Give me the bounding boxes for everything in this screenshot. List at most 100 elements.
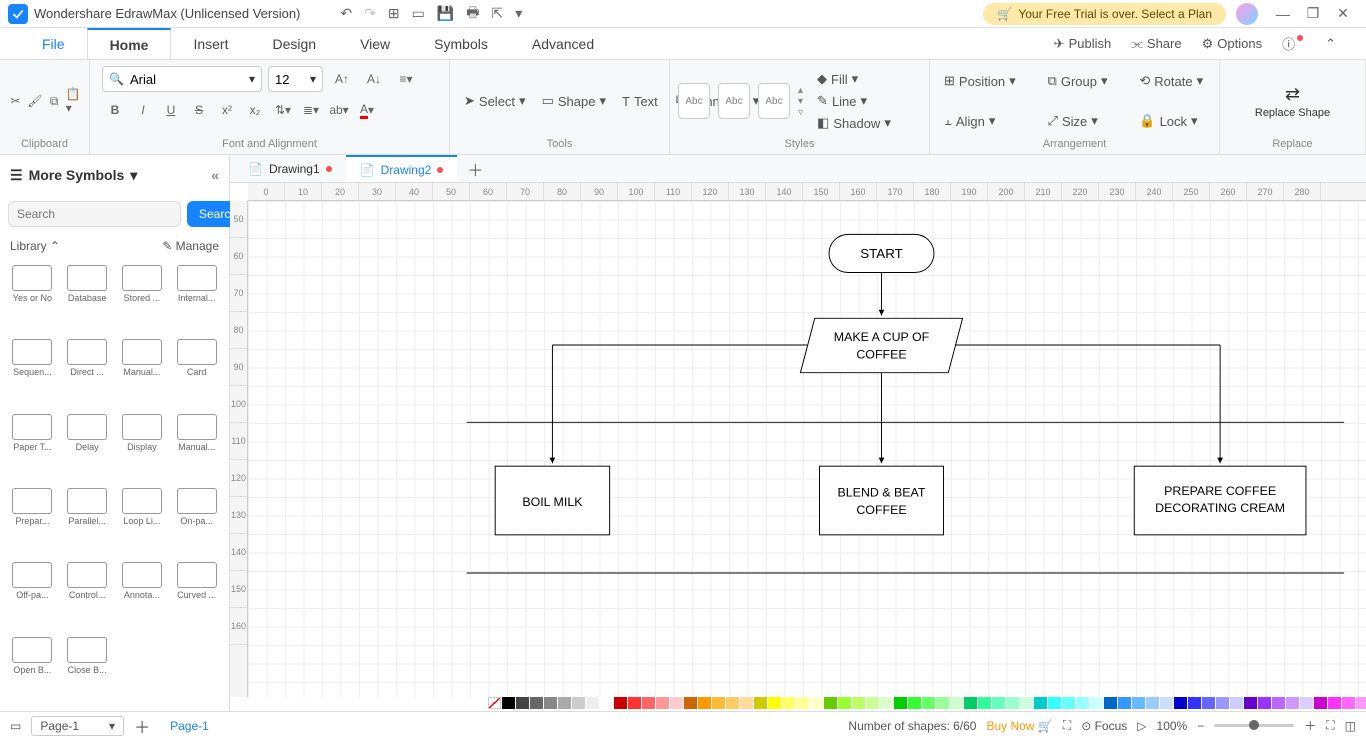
subscript-icon[interactable]: x₂ <box>242 98 268 122</box>
color-swatch[interactable] <box>1132 697 1145 709</box>
buy-now-link[interactable]: Buy Now 🛒 <box>986 719 1052 733</box>
shape-tool[interactable]: ▭Shape▾ <box>536 91 612 111</box>
export-icon[interactable]: ⇱ <box>491 5 503 22</box>
shape-library-item[interactable]: Prepar... <box>6 488 59 556</box>
add-page-button[interactable]: ＋ <box>134 714 150 738</box>
flow-box2-shape[interactable] <box>820 466 944 535</box>
shape-library-item[interactable]: Paper T... <box>6 414 59 482</box>
color-swatch[interactable] <box>880 697 893 709</box>
color-swatch[interactable] <box>1300 697 1313 709</box>
color-swatch[interactable] <box>768 697 781 709</box>
page-selector[interactable]: Page-1▾ <box>31 716 124 736</box>
color-swatch[interactable] <box>964 697 977 709</box>
style-preset-2[interactable]: Abc <box>718 83 750 119</box>
open-icon[interactable]: ▭ <box>412 5 425 22</box>
increase-font-icon[interactable]: A↑ <box>329 67 355 91</box>
color-swatch[interactable] <box>1034 697 1047 709</box>
shape-library-item[interactable]: Curved ... <box>170 562 223 630</box>
replace-shape-icon[interactable]: ⇄ <box>1285 84 1300 105</box>
color-swatch[interactable] <box>852 697 865 709</box>
shape-library-item[interactable]: Yes or No <box>6 265 59 333</box>
color-swatch[interactable] <box>614 697 627 709</box>
options-button[interactable]: ⚙Options <box>1192 28 1272 59</box>
menu-advanced[interactable]: Advanced <box>510 28 616 59</box>
color-swatch[interactable] <box>1090 697 1103 709</box>
color-swatch[interactable] <box>908 697 921 709</box>
menu-view[interactable]: View <box>338 28 412 59</box>
align-button[interactable]: ⫠ Align▾ <box>938 111 1024 131</box>
color-swatch[interactable] <box>782 697 795 709</box>
font-color-icon[interactable]: A▾ <box>354 98 380 122</box>
help-button[interactable]: ⓘ <box>1272 28 1315 59</box>
color-swatch[interactable] <box>824 697 837 709</box>
zoom-slider[interactable] <box>1214 724 1294 727</box>
group-button-ribbon[interactable]: ⧉ Group▾ <box>1042 71 1116 91</box>
search-input[interactable] <box>8 201 181 227</box>
rotate-button[interactable]: ⟲ Rotate▾ <box>1133 71 1211 91</box>
text-tool[interactable]: TText <box>616 92 664 111</box>
color-swatch[interactable] <box>1076 697 1089 709</box>
shape-library-item[interactable]: Parallel... <box>61 488 114 556</box>
color-swatch[interactable] <box>810 697 823 709</box>
color-swatch[interactable] <box>1216 697 1229 709</box>
select-tool[interactable]: ➤Select▾ <box>458 91 532 111</box>
ribbon-collapse[interactable]: ⌃ <box>1315 28 1346 59</box>
color-swatch[interactable] <box>754 697 767 709</box>
color-swatch[interactable] <box>1244 697 1257 709</box>
color-swatch[interactable] <box>838 697 851 709</box>
page-tab[interactable]: Page-1 <box>160 719 219 733</box>
undo-icon[interactable]: ↶ <box>340 5 352 22</box>
presentation-icon[interactable]: ▷ <box>1137 719 1146 733</box>
bold-icon[interactable]: B <box>102 98 128 122</box>
font-size-input[interactable] <box>275 72 304 87</box>
shape-library-item[interactable]: Annota... <box>116 562 169 630</box>
color-swatch[interactable] <box>516 697 529 709</box>
color-swatch[interactable] <box>1202 697 1215 709</box>
color-swatch[interactable] <box>642 697 655 709</box>
bullets-icon[interactable]: ≣▾ <box>298 98 324 122</box>
color-swatch[interactable] <box>698 697 711 709</box>
italic-icon[interactable]: I <box>130 98 156 122</box>
font-family-input[interactable] <box>130 72 243 87</box>
flow-decision-shape[interactable] <box>800 318 962 372</box>
paste-icon[interactable]: 📋▾ <box>66 89 81 113</box>
share-button[interactable]: ⫘Share <box>1121 28 1191 59</box>
color-swatch[interactable] <box>1230 697 1243 709</box>
color-swatch[interactable] <box>726 697 739 709</box>
color-swatch[interactable] <box>1104 697 1117 709</box>
format-painter-icon[interactable]: 🖌 <box>27 89 42 113</box>
shape-library-item[interactable]: Manual... <box>116 339 169 407</box>
color-swatch[interactable] <box>1146 697 1159 709</box>
zoom-out-button[interactable]: − <box>1197 719 1204 733</box>
shape-library-item[interactable]: Sequen... <box>6 339 59 407</box>
shape-library-item[interactable]: Display <box>116 414 169 482</box>
doc-tab-drawing1[interactable]: 📄 Drawing1 <box>234 155 346 182</box>
manage-button[interactable]: ✎ Manage <box>162 239 219 253</box>
color-swatch[interactable] <box>600 697 613 709</box>
zoom-in-button[interactable]: ＋ <box>1304 717 1316 734</box>
no-color-swatch[interactable] <box>488 697 501 709</box>
color-swatch[interactable] <box>1062 697 1075 709</box>
print-icon[interactable]: 🖶 <box>466 2 479 26</box>
cut-icon[interactable]: ✂ <box>8 89 23 113</box>
library-toggle[interactable]: Library ⌃ <box>10 239 60 253</box>
color-swatch[interactable] <box>628 697 641 709</box>
color-swatch[interactable] <box>796 697 809 709</box>
color-swatch[interactable] <box>502 697 515 709</box>
color-swatch[interactable] <box>558 697 571 709</box>
shape-library-item[interactable]: Off-pa... <box>6 562 59 630</box>
fit-page-icon[interactable]: ⛶ <box>1063 718 1071 733</box>
shape-library-item[interactable]: Direct ... <box>61 339 114 407</box>
superscript-icon[interactable]: x² <box>214 98 240 122</box>
color-swatch[interactable] <box>992 697 1005 709</box>
publish-button[interactable]: ✈Publish <box>1044 28 1122 59</box>
color-swatch[interactable] <box>684 697 697 709</box>
close-button[interactable]: ✕ <box>1328 5 1358 22</box>
menu-insert[interactable]: Insert <box>171 28 250 59</box>
color-swatch[interactable] <box>922 697 935 709</box>
save-icon[interactable]: 💾 <box>437 5 454 22</box>
color-swatch[interactable] <box>936 697 949 709</box>
shape-library-item[interactable]: Delay <box>61 414 114 482</box>
qat-more-icon[interactable]: ▾ <box>515 5 522 22</box>
minimize-button[interactable]: — <box>1268 6 1298 22</box>
